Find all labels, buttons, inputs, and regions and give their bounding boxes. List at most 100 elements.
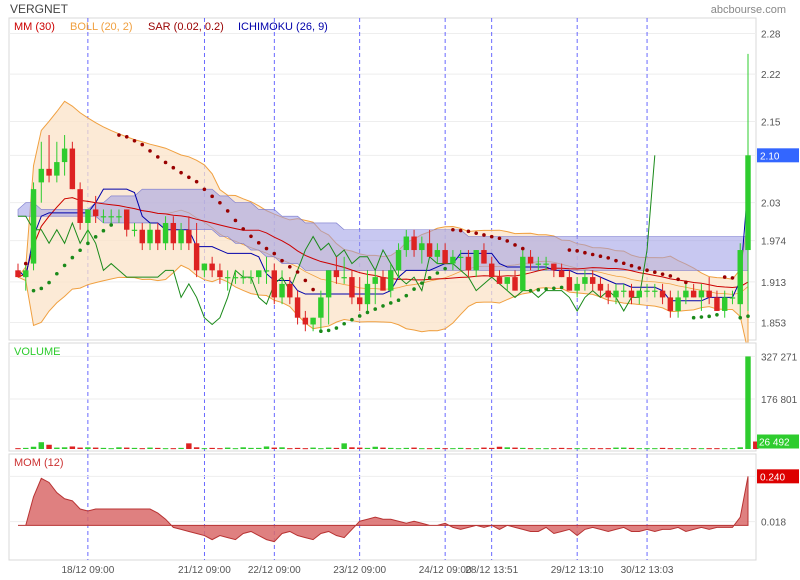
volume-bar[interactable] [551,448,557,450]
volume-bar[interactable] [380,447,386,449]
volume-bar[interactable] [147,447,153,449]
volume-bar[interactable] [271,447,277,449]
volume-bar[interactable] [248,447,254,449]
volume-bar[interactable] [232,448,239,450]
volume-bar[interactable] [426,448,433,450]
volume-bar[interactable] [287,448,293,450]
volume-bar[interactable] [636,448,642,450]
volume-bar[interactable] [341,443,347,449]
volume-bar[interactable] [279,447,285,449]
volume-bar[interactable] [100,447,107,449]
volume-bar[interactable] [520,447,526,449]
volume-bar[interactable] [473,448,479,450]
volume-bar[interactable] [92,447,99,449]
volume-bar[interactable] [558,447,565,449]
volume-bar[interactable] [434,447,441,449]
volume-bar[interactable] [465,448,472,450]
volume-bar[interactable] [566,448,573,450]
candle[interactable] [69,141,76,190]
volume-bar[interactable] [512,447,518,449]
volume-bar[interactable] [481,447,487,449]
volume-bar[interactable] [38,442,45,449]
volume-bar[interactable] [683,448,689,450]
volume-bar[interactable] [489,447,495,449]
volume-bar[interactable] [15,448,21,450]
volume-bar[interactable] [698,448,705,450]
volume-bar[interactable] [85,447,91,449]
candle[interactable] [30,182,37,271]
volume-bar[interactable] [77,447,83,449]
volume-bar[interactable] [224,447,231,449]
volume-bar[interactable] [263,446,270,449]
volume-bar[interactable] [131,447,138,449]
volume-bar[interactable] [388,447,394,449]
volume-bar[interactable] [496,446,503,449]
volume-bar[interactable] [302,448,309,450]
volume-bar[interactable] [745,356,751,449]
volume-bar[interactable] [201,448,208,450]
volume-bar[interactable] [186,443,192,449]
volume-bar[interactable] [613,447,619,449]
volume-bar[interactable] [318,448,324,450]
candle[interactable] [77,182,83,230]
volume-bar[interactable] [162,448,169,450]
volume-bar[interactable] [721,448,728,450]
volume-bar[interactable] [690,448,697,450]
volume-bar[interactable] [178,447,184,449]
volume-bar[interactable] [372,446,378,449]
volume-bar[interactable] [54,447,60,449]
volume-bar[interactable] [30,446,37,449]
volume-bar[interactable] [605,448,611,450]
volume-bar[interactable] [124,447,130,449]
volume-bar[interactable] [23,447,29,449]
volume-bar[interactable] [675,448,681,450]
volume-bar[interactable] [706,448,712,450]
volume-bar[interactable] [46,444,52,449]
volume-bar[interactable] [714,448,720,450]
volume-bar[interactable] [729,448,736,450]
volume-bar[interactable] [597,448,604,450]
volume-bar[interactable] [737,447,743,449]
volume-bar[interactable] [349,447,355,449]
volume-bar[interactable] [209,447,215,449]
volume-bar[interactable] [356,447,363,449]
volume-bar[interactable] [535,448,542,450]
volume-bar[interactable] [240,447,246,449]
volume-bar[interactable] [170,448,177,450]
volume-bar[interactable] [325,447,332,449]
volume-bar[interactable] [61,447,68,449]
volume-bar[interactable] [364,447,371,449]
volume-bar[interactable] [589,448,596,450]
volume-bar[interactable] [652,448,658,450]
volume-bar[interactable] [667,448,674,450]
volume-bar[interactable] [193,447,200,449]
volume-bar[interactable] [582,448,588,450]
volume-bar[interactable] [442,448,448,450]
volume-bar[interactable] [659,447,666,449]
volume-bar[interactable] [403,447,410,449]
volume-bar[interactable] [116,447,122,449]
volume-bar[interactable] [419,448,425,450]
volume-bar[interactable] [543,448,549,450]
volume-bar[interactable] [504,447,510,449]
volume-bar[interactable] [217,448,223,450]
volume-bar[interactable] [108,448,114,450]
volume-bar[interactable] [644,448,650,450]
volume-bar[interactable] [69,446,76,449]
volume-bar[interactable] [294,447,301,449]
volume-bar[interactable] [155,447,161,449]
volume-bar[interactable] [333,447,340,449]
sar-dot [606,256,611,260]
volume-bar[interactable] [256,447,262,449]
candle-body [248,277,254,279]
volume-bar[interactable] [310,447,316,449]
volume-bar[interactable] [395,448,402,450]
volume-bar[interactable] [139,448,145,450]
volume-bar[interactable] [628,447,635,449]
volume-bar[interactable] [527,448,534,450]
volume-bar[interactable] [621,447,627,449]
volume-bar[interactable] [574,448,580,450]
volume-bar[interactable] [457,447,464,449]
volume-bar[interactable] [450,448,456,450]
volume-bar[interactable] [411,447,417,449]
